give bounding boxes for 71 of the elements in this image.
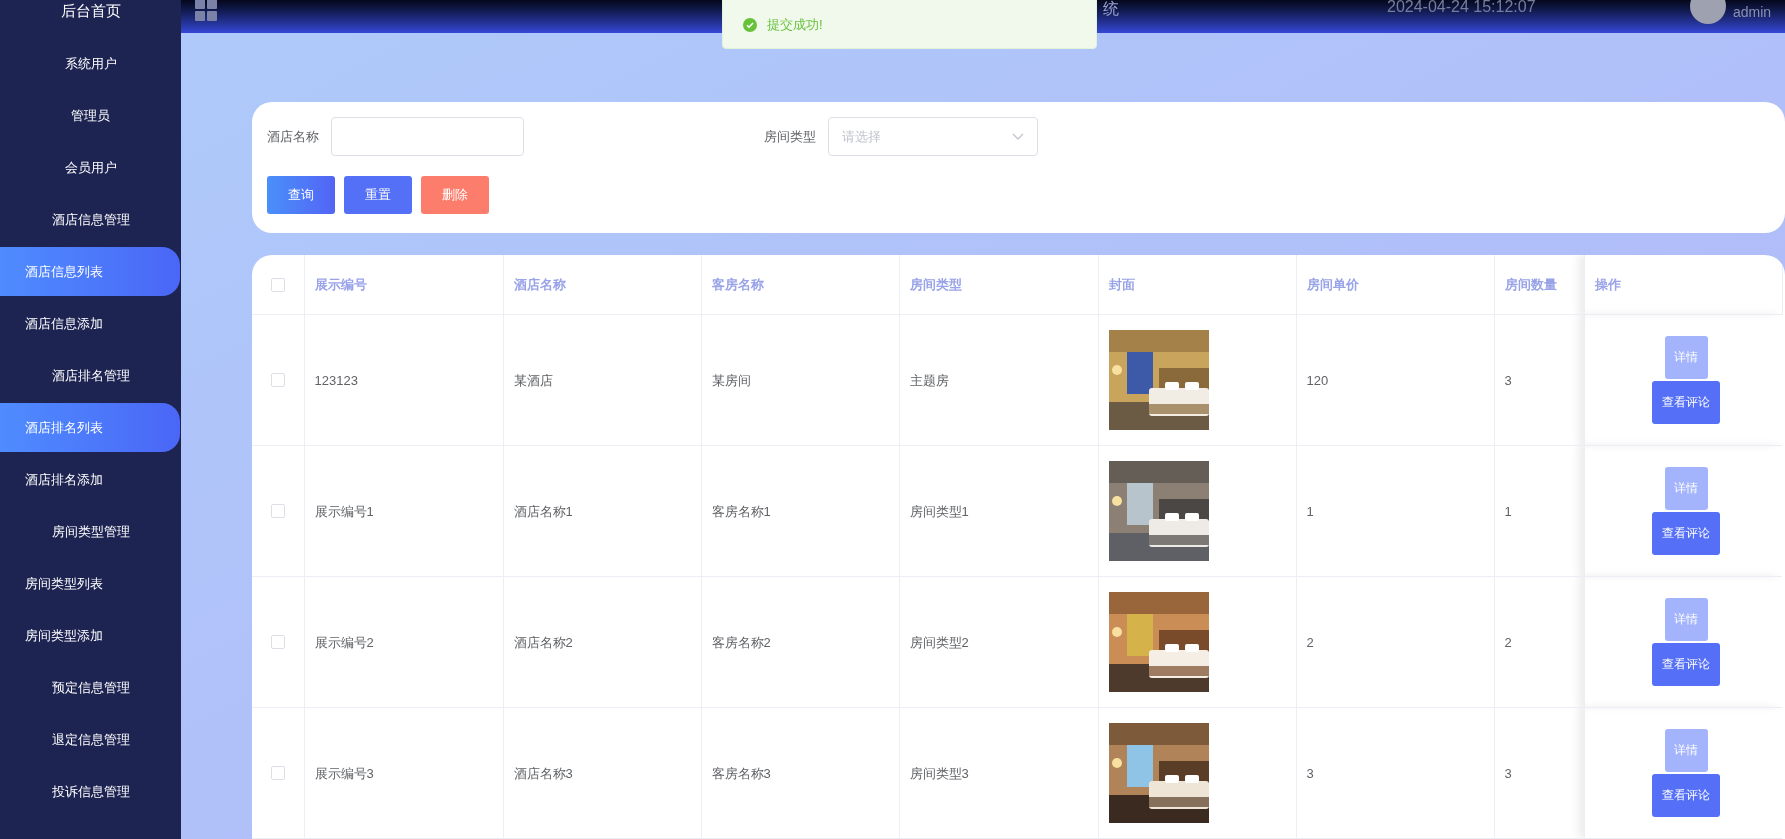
system-title: 统 [1103,0,1119,18]
query-button[interactable]: 查询 [267,176,335,214]
column-header: 酒店名称 [513,277,566,293]
sidebar-item[interactable]: 后台首页 [0,0,181,36]
table-cell: 酒店名称1 [513,503,573,519]
table-cell: 1 [1306,503,1314,519]
column-header: 房间单价 [1306,277,1359,293]
checkbox[interactable] [270,278,285,292]
table-cell: 房间类型1 [909,503,969,519]
table-cell: 展示编号1 [314,503,374,519]
table-cell: 2 [1306,634,1314,650]
sidebar-item[interactable]: 酒店排名列表 [0,403,180,452]
table-cell: 1 [1504,503,1512,519]
table-cell: 2 [1504,634,1512,650]
field-label: 房间类型 [764,127,816,146]
table-cell: 客房名称2 [711,634,771,650]
table-cell: 3 [1504,372,1512,388]
sidebar-item[interactable]: 预定信息管理 [0,663,181,712]
sidebar-item[interactable]: 会员用户 [0,143,181,192]
table-cell: 某酒店 [513,372,553,388]
reset-button[interactable]: 重置 [344,176,412,214]
datetime-text: 2024-04-24 15:12:07 [1387,0,1536,16]
column-header: 房间类型 [909,277,962,293]
sidebar-item[interactable]: 退定信息管理 [0,715,181,764]
table-cell: 酒店名称3 [513,765,573,781]
table-cell: 某房间 [711,372,751,388]
column-header: 展示编号 [314,277,367,293]
table-cell: 房间类型2 [909,634,969,650]
sidebar-item[interactable]: 酒店信息添加 [0,299,180,348]
sidebar-item[interactable]: 酒店信息列表 [0,247,180,296]
table-cell: 主题房 [909,372,949,388]
table-cell: 酒店名称2 [513,634,573,650]
checkbox[interactable] [270,635,285,650]
chevron-down-icon [1012,132,1024,141]
checkbox[interactable] [270,373,285,388]
view-comments-button[interactable]: 查看评论 [1652,642,1721,686]
text-input[interactable] [331,117,524,156]
toast-message: 提交成功! [767,15,823,34]
table-cell: 客房名称3 [711,765,771,781]
table-cell: 展示编号3 [314,765,374,781]
avatar-icon[interactable] [1690,0,1726,24]
table-cell: 客房名称1 [711,503,771,519]
checkbox[interactable] [270,766,285,781]
table-cell: 3 [1504,765,1512,781]
table-cell: 120 [1306,372,1329,388]
sidebar-item[interactable]: 房间类型添加 [0,611,180,660]
column-header: 封面 [1108,277,1135,293]
column-header: 操作 [1594,277,1621,293]
column-header: 客房名称 [711,277,764,293]
sidebar-item[interactable]: 房间类型列表 [0,559,180,608]
sidebar-item[interactable]: 酒店排名管理 [0,351,181,400]
table-cell: 3 [1306,765,1314,781]
user-name[interactable]: admin [1733,2,1772,23]
sidebar-item[interactable]: 酒店信息管理 [0,195,181,244]
sidebar-item[interactable]: 投诉信息管理 [0,767,181,816]
table-cell: 展示编号2 [314,634,374,650]
sidebar-item[interactable]: 酒店排名添加 [0,455,180,504]
view-comments-button[interactable]: 查看评论 [1652,380,1721,424]
checkbox[interactable] [270,504,285,519]
table-cell: 123123 [314,372,358,388]
delete-button[interactable]: 删除 [421,176,489,214]
column-header: 房间数量 [1504,277,1557,293]
view-comments-button[interactable]: 查看评论 [1652,773,1721,817]
field-label: 酒店名称 [267,127,319,146]
sidebar-item[interactable]: 系统用户 [0,39,181,88]
check-circle-icon [743,17,757,32]
grid-icon[interactable] [195,0,217,21]
sidebar-item[interactable]: 房间类型管理 [0,507,181,556]
view-comments-button[interactable]: 查看评论 [1652,511,1721,555]
table-cell: 房间类型3 [909,765,969,781]
sidebar-item[interactable]: 管理员 [0,91,181,140]
